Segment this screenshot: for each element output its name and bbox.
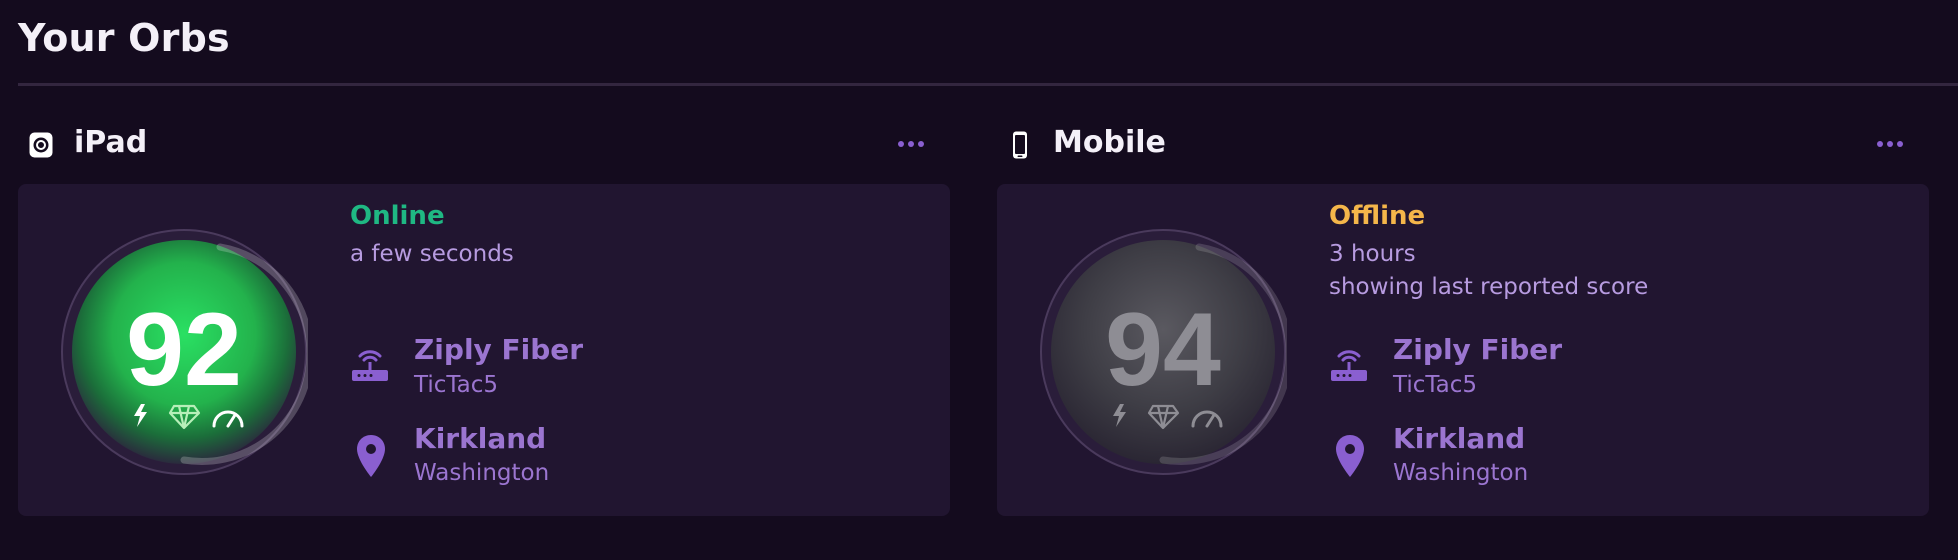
- region: Washington: [414, 460, 550, 486]
- orb-section-ipad: iPad 92 Online a few seconds Ziply Fiber…: [18, 118, 950, 516]
- score-value: 92: [126, 292, 242, 408]
- network-name: TicTac5: [414, 372, 498, 398]
- ipad-orb-icon: [29, 132, 53, 158]
- score-value: 94: [1105, 292, 1221, 408]
- device-name: Mobile: [1053, 125, 1166, 160]
- router-icon: [352, 350, 388, 381]
- status-label: Offline: [1329, 201, 1426, 231]
- last-seen-time: a few seconds: [350, 241, 514, 267]
- page-title: Your Orbs: [18, 16, 230, 60]
- orb-header: iPad: [18, 118, 950, 170]
- device-name: iPad: [74, 125, 148, 160]
- region: Washington: [1393, 460, 1529, 486]
- isp-name: Ziply Fiber: [414, 333, 584, 366]
- city: Kirkland: [414, 422, 547, 455]
- smartphone-icon: [1013, 131, 1027, 159]
- isp-name: Ziply Fiber: [1393, 333, 1563, 366]
- orb-card[interactable]: 94 Offline 3 hours showing last reported…: [997, 184, 1929, 516]
- orb-section-mobile: Mobile 94 Offline 3 hours showing last r…: [997, 118, 1929, 516]
- orb-header: Mobile: [997, 118, 1929, 170]
- network-name: TicTac5: [1393, 372, 1477, 398]
- orb-card[interactable]: 92 Online a few seconds Ziply Fiber TicT: [18, 184, 950, 516]
- status-label: Online: [350, 201, 445, 231]
- score-note: showing last reported score: [1329, 274, 1649, 300]
- header-divider: [18, 83, 1958, 86]
- location-pin-icon: [1336, 435, 1364, 477]
- router-icon: [1331, 350, 1367, 381]
- last-seen-time: 3 hours: [1329, 241, 1416, 267]
- location-pin-icon: [357, 435, 385, 477]
- more-dots-icon[interactable]: [896, 134, 926, 154]
- score-orb: 92: [61, 229, 308, 475]
- score-orb: 94: [1040, 229, 1287, 475]
- more-dots-icon[interactable]: [1875, 134, 1905, 154]
- city: Kirkland: [1393, 422, 1526, 455]
